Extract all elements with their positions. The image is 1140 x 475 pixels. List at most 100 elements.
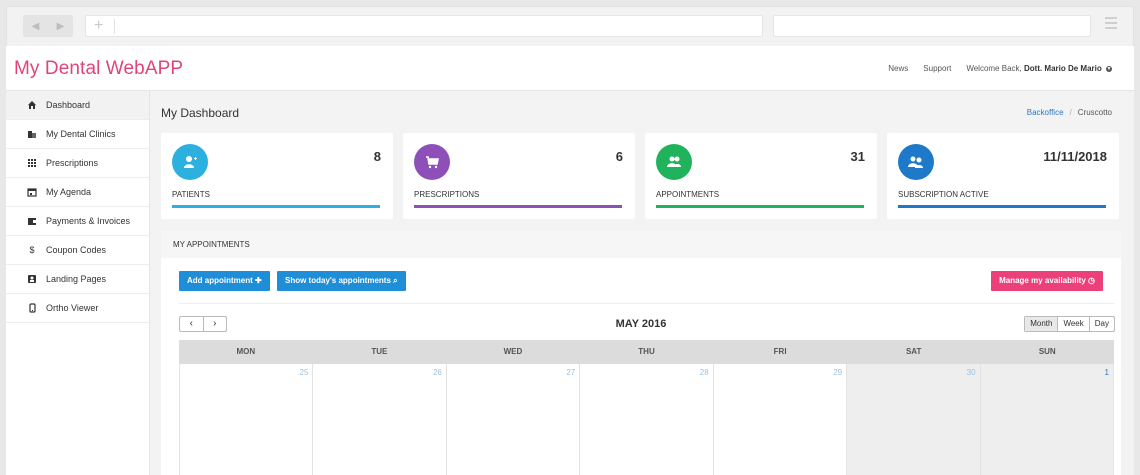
calendar-day-cell[interactable]: 27 (447, 364, 581, 475)
stat-card-patients[interactable]: 8 PATIENTS (161, 133, 393, 219)
address-bar-divider (114, 19, 115, 34)
stat-label: APPOINTMENTS (656, 190, 720, 199)
hamburger-menu-icon[interactable] (1105, 17, 1117, 29)
user-menu[interactable]: Welcome Back, Dott. Mario De Mario ▼ (966, 64, 1112, 73)
calendar-day-cell[interactable]: 28 (580, 364, 714, 475)
sidebar-item-prescriptions[interactable]: Prescriptions (6, 149, 149, 178)
grid-icon (26, 157, 38, 169)
sidebar-item-label: My Dental Clinics (46, 129, 116, 139)
main-content: My Dashboard Backoffice / Cruscotto 8 PATI… (150, 91, 1134, 475)
news-link[interactable]: News (888, 64, 908, 73)
stat-value: 11/11/2018 (1043, 149, 1107, 164)
calendar-day-cell[interactable]: 25 (179, 364, 314, 475)
breadcrumb-separator: / (1069, 108, 1072, 117)
breadcrumb: Backoffice / Cruscotto (1027, 108, 1112, 117)
search-icon: ⌕ (390, 276, 398, 285)
browser-search-bar[interactable] (773, 15, 1091, 37)
chevron-down-icon[interactable]: ▼ (1106, 65, 1112, 72)
forward-arrow-icon[interactable]: ▶ (57, 21, 65, 32)
show-today-button[interactable]: Show today's appointments ⌕ (277, 271, 406, 291)
calendar-day-cell[interactable]: 29 (714, 364, 848, 475)
weekday-label: SAT (905, 347, 922, 356)
building-icon (26, 128, 38, 140)
calendar-week-row: 25 26 27 28 29 30 1 (179, 364, 1114, 475)
new-tab-plus-icon[interactable]: + (94, 16, 103, 36)
page-title: My Dashboard (161, 106, 240, 120)
stat-label: PRESCRIPTIONS (414, 190, 480, 199)
calendar-day-cell[interactable]: 26 (313, 364, 447, 475)
stat-value: 6 (615, 149, 623, 164)
manage-availability-label: Manage my availability (999, 276, 1086, 285)
sidebar-item-ortho-viewer[interactable]: Ortho Viewer (6, 294, 149, 323)
top-navbar: My Dental WebAPP News Support Welcome Ba… (6, 46, 1134, 91)
sidebar: Dashboard My Dental Clinics Prescription… (6, 91, 150, 475)
stat-card-subscription[interactable]: 11/11/2018 SUBSCRIPTION ACTIVE (887, 133, 1119, 219)
calendar-day-cell[interactable]: 30 (847, 364, 981, 475)
cart-icon (414, 144, 450, 180)
weekday-label: MON (236, 347, 256, 356)
sidebar-item-label: Payments & Invoices (46, 216, 131, 226)
user-group-icon (898, 144, 934, 180)
weekday-label: THU (638, 347, 655, 356)
manage-availability-button[interactable]: Manage my availability ◷ (991, 271, 1103, 291)
stat-label: SUBSCRIPTION ACTIVE (898, 190, 989, 199)
stat-value: 8 (373, 149, 381, 164)
sidebar-item-landing-pages[interactable]: Landing Pages (6, 265, 149, 294)
sidebar-item-dental-clinics[interactable]: My Dental Clinics (6, 120, 149, 149)
sidebar-item-payments[interactable]: Payments & Invoices (6, 207, 149, 236)
stat-card-appointments[interactable]: 31 APPOINTMENTS (645, 133, 877, 219)
appointments-header: MY APPOINTMENTS (161, 231, 1121, 258)
weekday-label: SUN (1038, 347, 1056, 356)
view-day-button[interactable]: Day (1088, 317, 1114, 331)
stat-progress-bar (414, 205, 622, 208)
sidebar-item-label: Ortho Viewer (46, 303, 99, 313)
dollar-icon: $ (29, 245, 35, 255)
breadcrumb-backoffice-link[interactable]: Backoffice (1027, 108, 1064, 117)
sidebar-item-dashboard[interactable]: Dashboard (6, 91, 149, 120)
show-today-label: Show today's appointments (285, 276, 391, 285)
calendar-icon (26, 186, 38, 198)
sidebar-item-label: My Agenda (46, 187, 92, 197)
appointments-panel: MY APPOINTMENTS Add appointment ✚ Show t… (161, 231, 1121, 475)
sidebar-item-label: Landing Pages (46, 274, 107, 284)
clock-icon: ◷ (1088, 276, 1095, 285)
stat-card-prescriptions[interactable]: 6 PRESCRIPTIONS (403, 133, 635, 219)
wallet-icon (26, 215, 38, 227)
contact-card-icon (26, 273, 38, 285)
calendar-month-title: MAY 2016 (615, 318, 667, 330)
plus-icon: ✚ (255, 276, 262, 285)
view-month-button[interactable]: Month (1025, 317, 1058, 331)
mobile-icon (26, 302, 38, 314)
add-appointment-label: Add appointment (187, 276, 253, 285)
brand-logo[interactable]: My Dental WebAPP (14, 58, 183, 80)
sidebar-item-agenda[interactable]: My Agenda (6, 178, 149, 207)
weekday-label: FRI (773, 347, 787, 356)
stat-progress-bar (898, 205, 1106, 208)
browser-window: ◀ ▶ + My Dental WebAPP News Support Welc… (0, 0, 1140, 475)
add-appointment-button[interactable]: Add appointment ✚ (179, 271, 270, 291)
user-plus-icon (172, 144, 208, 180)
home-icon (26, 99, 38, 111)
top-nav-links: News Support Welcome Back, Dott. Mario D… (888, 64, 1112, 73)
browser-toolbar: ◀ ▶ + (6, 6, 1134, 46)
welcome-text: Welcome Back, (966, 64, 1022, 73)
user-name: Dott. Mario De Mario (1023, 64, 1102, 73)
weekday-label: WED (503, 347, 523, 356)
calendar-day-cell[interactable]: 1 (980, 364, 1114, 475)
stat-value: 31 (850, 149, 865, 164)
view-week-button[interactable]: Week (1057, 317, 1088, 331)
sidebar-item-label: Coupon Codes (46, 245, 107, 255)
app-container: My Dental WebAPP News Support Welcome Ba… (6, 46, 1134, 475)
browser-nav-buttons[interactable]: ◀ ▶ (23, 15, 73, 37)
sidebar-item-label: Prescriptions (46, 158, 99, 168)
stat-progress-bar (656, 205, 864, 208)
calendar-weekday-header: MON TUE WED THU FRI SAT SUN (179, 340, 1114, 364)
stat-progress-bar (172, 205, 380, 208)
toolbar-divider (179, 303, 1114, 304)
support-link[interactable]: Support (923, 64, 951, 73)
address-bar[interactable]: + (85, 15, 763, 37)
back-arrow-icon[interactable]: ◀ (32, 21, 40, 32)
breadcrumb-current: Cruscotto (1077, 108, 1112, 117)
sidebar-item-coupon-codes[interactable]: $ Coupon Codes (6, 236, 149, 265)
calendar-view-switch: Month Week Day (1024, 316, 1115, 332)
